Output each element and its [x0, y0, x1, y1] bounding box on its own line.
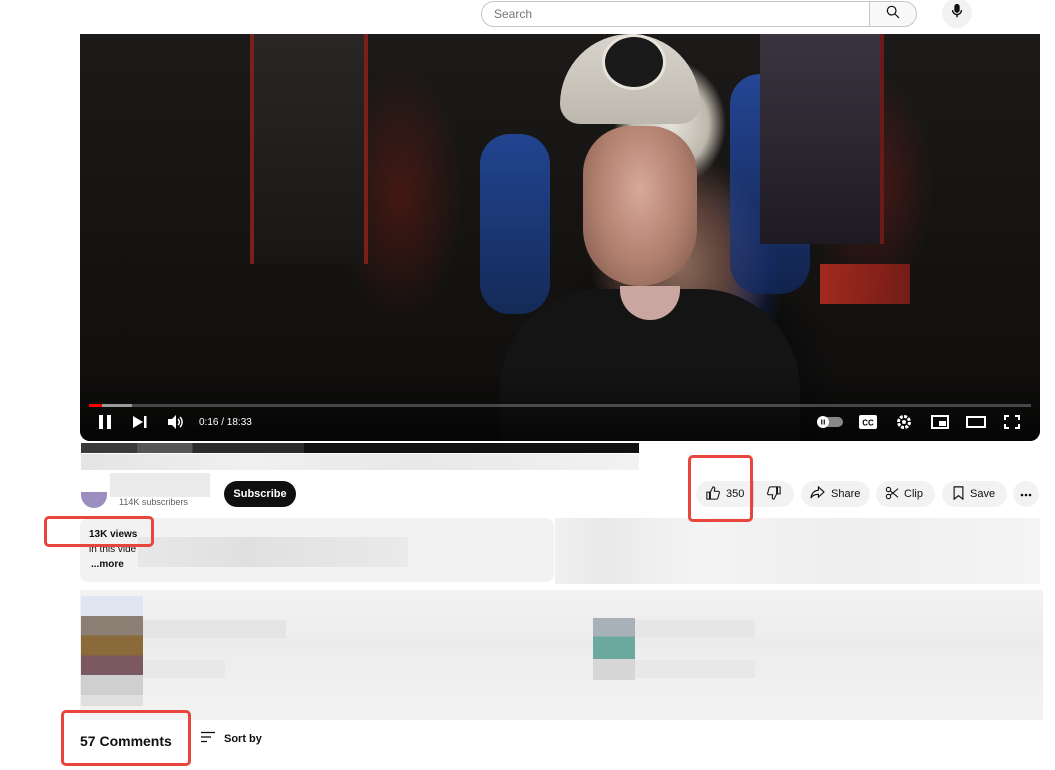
clip-label: Clip	[904, 488, 923, 500]
voice-search-button[interactable]	[942, 0, 972, 28]
redacted-thumbnail-2	[593, 618, 635, 680]
redacted-text-4	[635, 660, 755, 678]
search-button[interactable]	[869, 1, 917, 27]
subtitles-button[interactable]: CC	[859, 414, 877, 434]
highlight-comments-count	[61, 710, 191, 766]
pause-button[interactable]	[98, 414, 112, 434]
settings-button[interactable]	[896, 414, 912, 434]
closed-captions-icon: CC	[859, 414, 877, 434]
redacted-content-block	[80, 590, 1043, 720]
sort-label: Sort by	[224, 732, 262, 745]
search-icon	[885, 4, 901, 25]
subscriber-count: 114K subscribers	[119, 497, 188, 507]
miniplayer-icon	[931, 414, 949, 434]
pause-icon	[98, 414, 112, 434]
channel-name-redacted	[110, 473, 210, 497]
svg-text:CC: CC	[862, 418, 874, 427]
highlight-view-count	[44, 516, 154, 547]
share-icon	[810, 485, 825, 502]
redacted-thumbnail	[81, 596, 143, 706]
gear-icon	[896, 414, 912, 435]
next-button[interactable]	[133, 414, 147, 434]
share-button[interactable]: Share	[801, 481, 870, 507]
share-label: Share	[831, 488, 861, 500]
volume-button[interactable]	[168, 414, 184, 434]
redacted-text-1	[143, 620, 286, 638]
microphone-icon	[950, 3, 964, 24]
show-more-link[interactable]: ...more	[91, 559, 124, 570]
save-label: Save	[970, 488, 996, 500]
more-horiz-icon	[1020, 488, 1032, 500]
video-player[interactable]: 0:16 / 18:33 CC	[80, 34, 1040, 441]
time-display: 0:16 / 18:33	[199, 417, 252, 428]
theater-mode-button[interactable]	[966, 414, 986, 434]
sort-comments-button[interactable]: Sort by	[200, 731, 262, 746]
more-actions-button[interactable]	[1013, 481, 1039, 507]
redacted-text-2	[143, 660, 225, 678]
search-input[interactable]: Search	[481, 1, 869, 27]
sort-icon	[200, 731, 216, 746]
progress-played	[89, 404, 103, 407]
description-redacted	[138, 537, 408, 567]
fullscreen-button[interactable]	[1004, 414, 1020, 434]
search-bar: Search	[481, 0, 917, 28]
volume-icon	[168, 414, 184, 434]
theater-icon	[966, 415, 986, 433]
save-button[interactable]: Save	[942, 481, 1007, 507]
clip-button[interactable]: Clip	[876, 481, 935, 507]
recommendations-redacted	[555, 518, 1040, 584]
redacted-text-3	[635, 620, 755, 638]
thumbs-down-icon	[767, 485, 781, 503]
subscribe-button[interactable]: Subscribe	[224, 481, 296, 507]
miniplayer-button[interactable]	[931, 414, 949, 434]
skip-next-icon	[133, 415, 147, 434]
video-title-redacted	[81, 443, 639, 453]
fullscreen-icon	[1004, 414, 1020, 434]
dislike-button[interactable]	[754, 481, 794, 507]
bookmark-icon	[953, 485, 964, 503]
autoplay-icon	[817, 415, 843, 433]
highlight-like-count	[688, 455, 753, 522]
scissors-icon	[885, 486, 899, 503]
progress-bar[interactable]	[89, 404, 1031, 407]
channel-avatar[interactable]	[81, 492, 107, 508]
video-title-redacted-line	[81, 454, 639, 470]
autoplay-toggle[interactable]	[817, 414, 843, 434]
